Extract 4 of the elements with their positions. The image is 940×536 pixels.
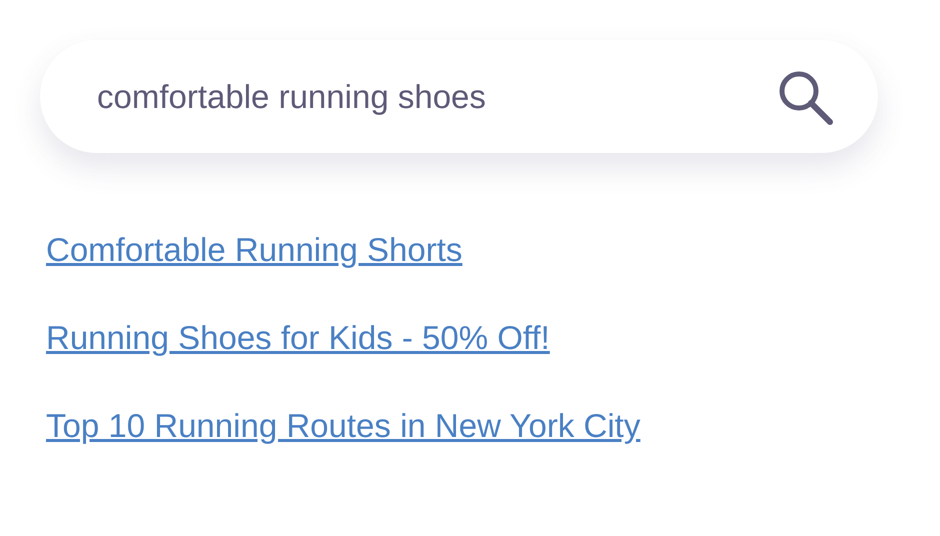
search-field[interactable]: comfortable running shoes (40, 40, 878, 153)
suggestion-link[interactable]: Top 10 Running Routes in New York City (46, 405, 640, 447)
suggestion-link[interactable]: Comfortable Running Shorts (46, 229, 462, 271)
suggestion-link[interactable]: Running Shoes for Kids - 50% Off! (46, 317, 550, 359)
